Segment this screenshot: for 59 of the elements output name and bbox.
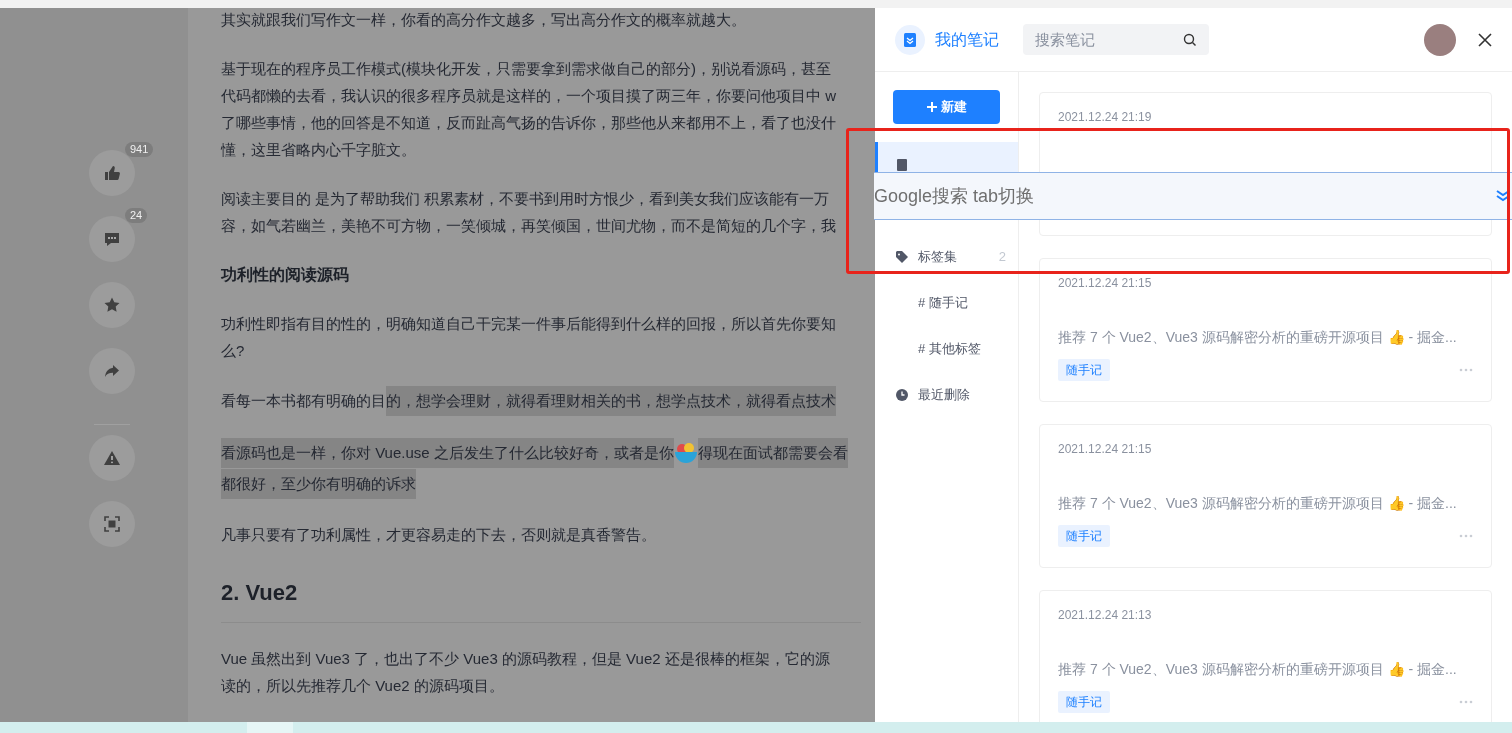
note-card[interactable]: 2021.12.24 21:13 推荐 7 个 Vue2、Vue3 源码解密分析的重磅开源项目 👍 - 掘金... 随手记 <box>1039 590 1492 722</box>
fullscreen-button[interactable] <box>89 501 135 547</box>
text-line: Vue 虽然出到 Vue3 了，也出了不少 Vue3 的源码教程，但是 Vue2 还是很棒的框架，它的源 <box>221 649 830 669</box>
text-line: 看源码也是一样，你对 Vue.use 之后发生了什么比较好奇，或者是你 得现在面试都需要会看 <box>221 438 848 468</box>
close-icon[interactable] <box>1478 32 1492 47</box>
count-badge: 941 <box>125 142 154 157</box>
note-tag: 随手记 <box>1058 359 1110 381</box>
warning-button[interactable] <box>89 435 135 481</box>
text-line: 读的，所以先推荐几个 Vue2 的源码项目。 <box>221 676 504 696</box>
bowl-sticker-icon <box>673 441 698 465</box>
popup-text: Google搜索 tab切换 <box>874 184 1035 208</box>
text-line: 了哪些事情，他的回答是不知道，反而趾高气扬的告诉你，那些他从来都用不上，看了也没什 <box>221 113 836 133</box>
text-line: 阅读主要目的 是为了帮助我们 积累素材，不要书到用时方恨少，看到美女我们应该能有一万 <box>221 189 830 209</box>
star-icon <box>103 296 121 314</box>
nav-count: 2 <box>998 248 1006 267</box>
text-line: 基于现在的程序员工作模式(模块化开发，只需要拿到需求做自己的部分)，别说看源码，甚至 <box>221 59 831 79</box>
nav-item[interactable]: # 随手记 <box>875 280 1018 326</box>
note-date: 2021.12.24 21:13 <box>1058 607 1153 623</box>
nav-item[interactable]: 标签集 2 <box>875 234 1018 280</box>
plus-icon <box>926 102 937 112</box>
panel-title: 我的笔记 <box>935 29 999 50</box>
note-card[interactable]: 2021.12.24 21:15 推荐 7 个 Vue2、Vue3 源码解密分析的重磅开源项目 👍 - 掘金... 随手记 <box>1039 258 1492 402</box>
search-field[interactable]: 搜索笔记 <box>1023 24 1209 55</box>
note-title: 推荐 7 个 Vue2、Vue3 源码解密分析的重磅开源项目 👍 - 掘金... <box>1058 494 1458 513</box>
note-tag: 随手记 <box>1058 691 1110 713</box>
note-card[interactable]: 2021.12.24 21:15 推荐 7 个 Vue2、Vue3 源码解密分析的重磅开源项目 👍 - 掘金... 随手记 <box>1039 424 1492 568</box>
tag-icon <box>895 250 909 264</box>
article-heading: 2. Vue2 <box>221 578 861 623</box>
note-title: 推荐 7 个 Vue2、Vue3 源码解密分析的重磅开源项目 👍 - 掘金... <box>1058 328 1458 347</box>
text-line: 代码都懒的去看，我认识的很多程序员就是这样的，一个项目摸了两三年，你要问他项目中 w <box>221 86 836 106</box>
thumbs-up-icon <box>103 164 121 182</box>
note-date: 2021.12.24 21:15 <box>1058 275 1153 291</box>
notebook-logo-icon <box>895 24 925 55</box>
fullscreen-icon <box>103 515 121 533</box>
text-line: 懂，这里省略内心千字脏文。 <box>221 140 416 160</box>
comment-icon <box>103 230 121 248</box>
share-button[interactable] <box>89 348 135 394</box>
star-button[interactable] <box>89 282 135 328</box>
note-tag: 随手记 <box>1058 525 1110 547</box>
file-icon <box>895 158 909 172</box>
warning-icon <box>103 449 121 467</box>
avatar[interactable] <box>1424 23 1456 56</box>
chevrons-icon <box>1496 188 1510 204</box>
note-title: 推荐 7 个 Vue2、Vue3 源码解密分析的重磅开源项目 👍 - 掘金... <box>1058 660 1458 679</box>
new-note-button[interactable]: 新建 <box>893 90 1000 124</box>
text-line: 容，如气若幽兰，美艳不可方物，一笑倾城，再笑倾国，世间尤物，而不是简短的几个字，我 <box>221 216 836 236</box>
nav-item[interactable]: # 其他标签 <box>875 326 1018 372</box>
nav-item[interactable]: 最近删除 <box>875 372 1018 418</box>
note-date: 2021.12.24 21:15 <box>1058 441 1153 457</box>
note-date: 2021.12.24 21:19 <box>1058 109 1153 125</box>
section-heading: 功利性的阅读源码 <box>221 265 350 285</box>
text-line: 看每一本书都有明确的目 的，想学会理财，就得看理财相关的书，想学点技术，就得看点技术 <box>221 386 836 416</box>
search-icon <box>1183 33 1197 47</box>
text-line: 凡事只要有了功利属性，才更容易走的下去，否则就是真香警告。 <box>221 525 656 545</box>
clock-icon <box>895 388 909 402</box>
count-badge: 24 <box>125 208 148 223</box>
text-line: 其实就跟我们写作文一样，你看的高分作文越多，写出高分作文的概率就越大。 <box>221 10 746 30</box>
text-line: 功利性即指有目的性的，明确知道自己干完某一件事后能得到什么样的回报，所以首先你要知 <box>221 314 836 334</box>
text-line: 么? <box>221 341 245 361</box>
